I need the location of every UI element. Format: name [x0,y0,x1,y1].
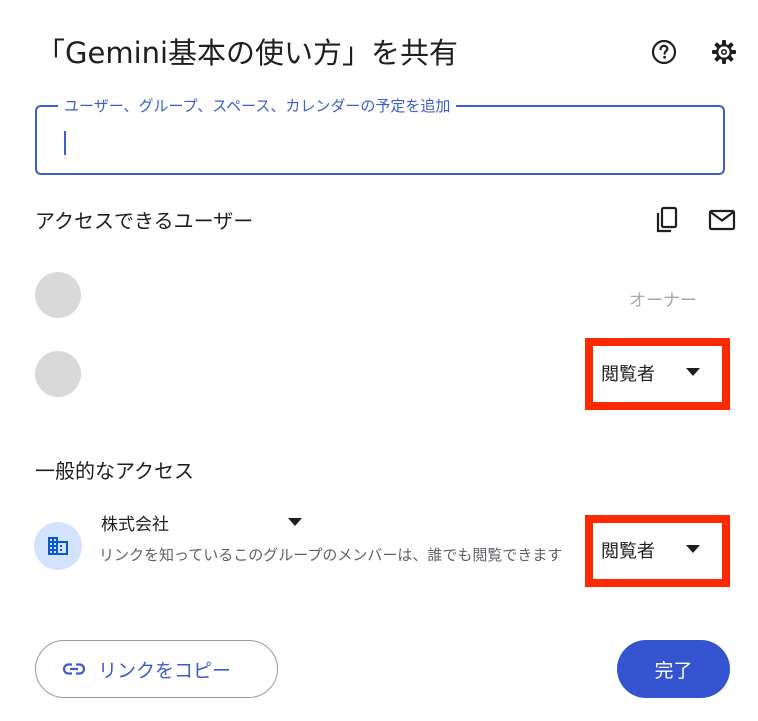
general-role-dropdown[interactable]: 閲覧者 [593,523,722,579]
done-label: 完了 [654,659,693,682]
dialog-title: 「Gemini基本の使い方」を共有 [36,36,459,70]
general-access-title: 一般的なアクセス [35,459,194,483]
role-dropdown-label: 閲覧者 [601,364,655,385]
help-icon[interactable] [647,35,681,69]
done-button[interactable]: 完了 [617,640,730,698]
building-icon [34,522,82,570]
org-dropdown-arrow-icon[interactable] [288,518,302,526]
highlight-box: 閲覧者 [585,338,730,410]
role-dropdown[interactable]: 閲覧者 [593,346,722,402]
people-section-title: アクセスできるユーザー [35,209,254,233]
share-input-label: ユーザー、グループ、スペース、カレンダーの予定を追加 [58,95,457,116]
link-icon [62,663,86,675]
dropdown-arrow-icon [686,368,700,376]
access-description: リンクを知っているこのグループのメンバーは、誰でも閲覧できます [99,546,563,564]
copy-link-button[interactable]: リンクをコピー [35,640,278,698]
share-input[interactable] [61,129,705,157]
role-dropdown-label: 閲覧者 [601,541,655,562]
org-name[interactable]: 株式会社 [101,510,169,535]
text-caret [64,131,66,155]
avatar [35,272,81,318]
avatar [35,351,81,397]
copy-icon[interactable] [650,203,684,237]
owner-role-label: オーナー [629,291,697,311]
highlight-box: 閲覧者 [585,515,730,587]
copy-link-label: リンクをコピー [98,659,232,682]
gear-icon[interactable] [707,35,741,69]
mail-icon[interactable] [705,203,739,237]
dropdown-arrow-icon [686,545,700,553]
